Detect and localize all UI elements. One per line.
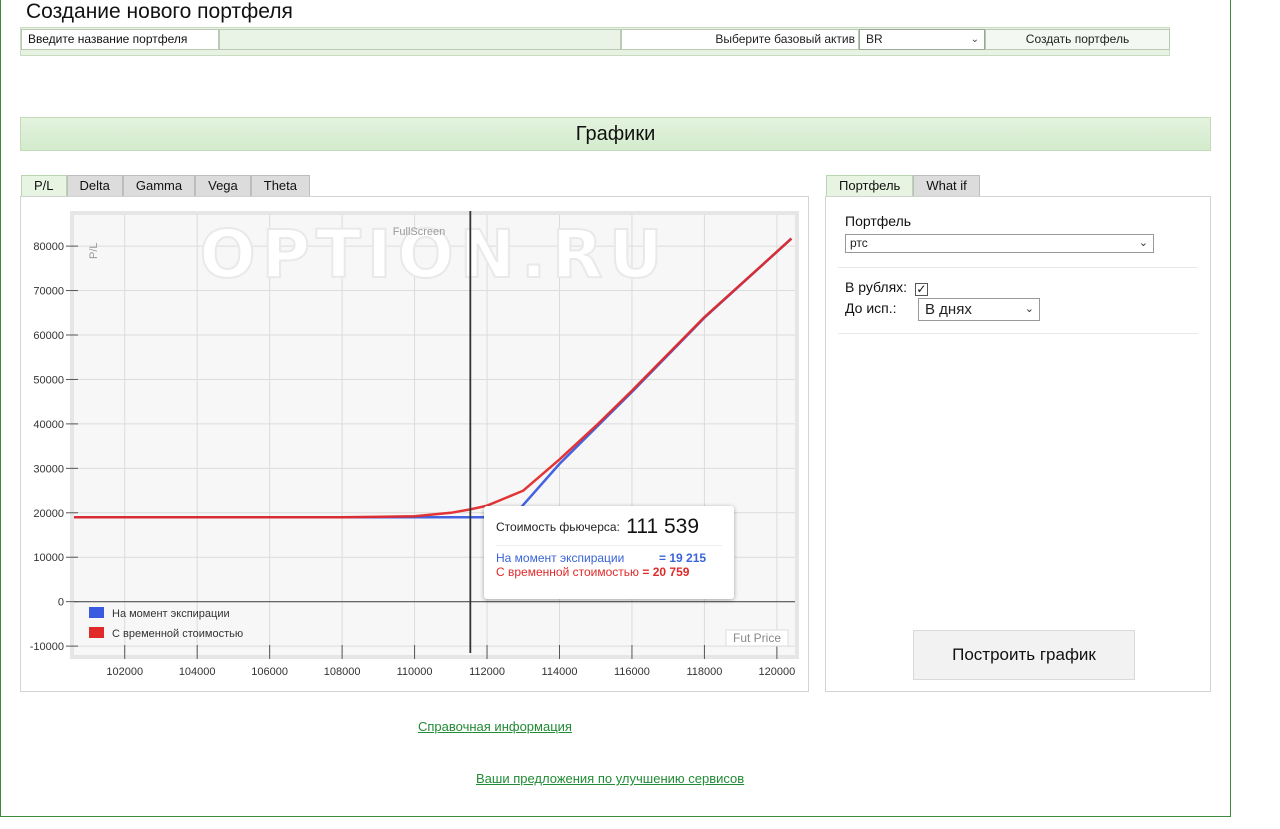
x-axis-label: Fut Price <box>733 631 781 645</box>
chart-tabs: P/L Delta Gamma Vega Theta <box>21 175 311 196</box>
tooltip-divider <box>496 545 722 546</box>
charts-section-header: Графики <box>20 117 1211 151</box>
create-portfolio-row: Введите название портфеля Выберите базов… <box>20 27 1170 56</box>
tooltip-price: 111 539 <box>626 515 700 538</box>
y-tick-label: 40000 <box>33 419 64 431</box>
portfolio-select[interactable]: ртс ⌄ <box>845 234 1154 253</box>
divider <box>838 333 1198 334</box>
x-tick-label: 118000 <box>686 666 722 678</box>
expiration-label: До исп.: <box>845 300 897 316</box>
rubles-checkbox[interactable]: ✓ <box>914 283 928 296</box>
chevron-down-icon: ⌄ <box>970 34 979 45</box>
legend-swatch <box>89 627 104 638</box>
tooltip-timevalue-value: = 20 759 <box>642 565 690 579</box>
portfolio-settings-panel: Портфель ртс ⌄ В рублях: ✓ До исп.: В дн… <box>825 196 1211 692</box>
tooltip-timevalue-label: С временной стоимостью <box>496 565 640 579</box>
x-tick-label: 114000 <box>542 666 578 678</box>
help-info-link[interactable]: Справочная информация <box>418 719 572 734</box>
rubles-label: В рублях: <box>845 279 908 295</box>
side-tabs: Портфель What if <box>826 175 980 196</box>
chart-panel: OPTION.RU FullScreen -10000 0 10000 20000 3000… <box>20 196 809 692</box>
tab-gamma[interactable]: Gamma <box>122 175 196 196</box>
create-portfolio-title: Создание нового портфеля <box>26 0 293 23</box>
x-tick-label: 112000 <box>469 666 505 678</box>
portfolio-name-input[interactable] <box>219 29 621 50</box>
x-tick-label: 104000 <box>179 666 216 678</box>
y-tick-label: 70000 <box>33 286 64 298</box>
tooltip-row-expiration: На момент экспирации = 19 215 <box>496 551 722 565</box>
tab-portfolio[interactable]: Портфель <box>826 175 914 196</box>
legend-swatch <box>89 607 104 618</box>
x-tick-label: 106000 <box>251 666 288 678</box>
x-tick-label: 116000 <box>614 666 650 678</box>
base-asset-select[interactable]: BR ⌄ <box>859 29 985 50</box>
portfolio-select-label: Портфель <box>845 213 912 229</box>
y-tick-label: 50000 <box>33 374 64 386</box>
chart-tooltip: Стоимость фьючерса: 111 539 На момент эк… <box>484 506 734 599</box>
divider <box>838 267 1198 268</box>
chevron-down-icon: ⌄ <box>1024 303 1034 315</box>
x-tick-label: 108000 <box>324 666 361 678</box>
y-axis-label: P/L <box>88 242 100 259</box>
portfolio-name-label: Введите название портфеля <box>21 29 219 50</box>
y-tick-label: 10000 <box>33 552 64 564</box>
fullscreen-link[interactable]: FullScreen <box>393 226 446 238</box>
base-asset-label: Выберите базовый актив <box>621 29 859 50</box>
base-asset-value: BR <box>866 32 883 46</box>
pl-chart[interactable]: OPTION.RUFullScreen-10000010000200003000… <box>21 197 810 693</box>
x-tick-label: 102000 <box>106 666 143 678</box>
tooltip-row-timevalue: С временной стоимостью = 20 759 <box>496 565 722 579</box>
tooltip-expiration-label: На момент экспирации <box>496 551 625 565</box>
y-tick-label: 80000 <box>33 241 64 253</box>
tab-what-if[interactable]: What if <box>913 175 980 196</box>
chevron-down-icon: ⌄ <box>1138 237 1148 249</box>
tooltip-title: Стоимость фьючерса: <box>496 520 620 534</box>
y-tick-label: 0 <box>58 597 64 609</box>
rubles-option: В рублях: ✓ <box>845 279 928 296</box>
portfolio-select-value: ртс <box>850 236 868 250</box>
y-tick-label: -10000 <box>30 641 64 653</box>
expiration-units-select[interactable]: В днях ⌄ <box>918 298 1040 321</box>
build-chart-button[interactable]: Построить график <box>913 630 1135 680</box>
y-tick-label: 60000 <box>33 330 64 342</box>
tab-delta[interactable]: Delta <box>66 175 123 196</box>
create-portfolio-button[interactable]: Создать портфель <box>985 29 1170 50</box>
tooltip-expiration-value: = 19 215 <box>659 551 707 565</box>
tab-vega[interactable]: Vega <box>195 175 251 196</box>
legend-label: На момент экспирации <box>112 608 230 620</box>
legend-label: С временной стоимостью <box>112 628 243 640</box>
tab-pl[interactable]: P/L <box>21 175 67 196</box>
expiration-units-value: В днях <box>925 301 972 318</box>
y-tick-label: 30000 <box>33 463 64 475</box>
suggestions-link[interactable]: Ваши предложения по улучшению сервисов <box>476 771 744 786</box>
x-tick-label: 110000 <box>397 666 433 678</box>
x-tick-label: 120000 <box>759 666 796 678</box>
tab-theta[interactable]: Theta <box>250 175 311 196</box>
y-tick-label: 20000 <box>33 508 64 520</box>
